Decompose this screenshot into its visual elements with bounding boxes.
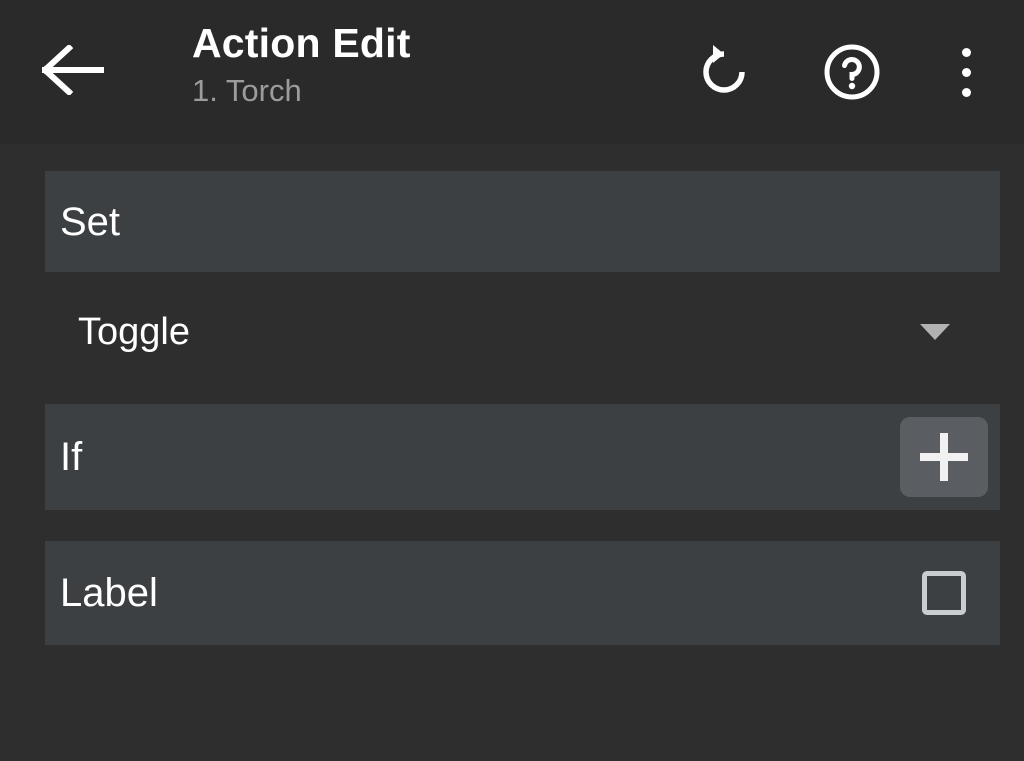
plus-icon [920,433,968,481]
row-set[interactable]: Set [45,171,1000,272]
row-if[interactable]: If [45,404,1000,510]
page-subtitle: 1. Torch [192,73,302,108]
row-label[interactable]: Label [45,541,1000,645]
row-label-label: Label [60,571,158,615]
overflow-menu-button[interactable] [934,40,998,104]
row-set-label: Set [60,199,121,244]
chevron-down-icon [920,324,950,340]
undo-button[interactable] [692,40,756,104]
content-area: Set Toggle If Label [0,144,1024,761]
help-circle-icon [823,43,881,101]
more-vertical-icon [961,47,971,97]
add-condition-button[interactable] [900,417,988,497]
row-if-label: If [60,435,83,479]
help-button[interactable] [820,40,884,104]
set-value-label: Toggle [78,311,190,353]
checkbox-unchecked-icon[interactable] [922,571,966,615]
undo-icon [696,44,752,100]
page-title: Action Edit [192,20,411,66]
set-value-dropdown[interactable]: Toggle [45,290,1000,374]
title-block: Action Edit 1. Torch [192,18,672,111]
toolbar: Action Edit 1. Torch [0,0,1024,144]
action-edit-screen: Action Edit 1. Torch Set Toggle If Label [0,0,1024,761]
back-button[interactable] [40,37,106,103]
back-arrow-icon [42,45,104,95]
toolbar-actions [692,30,1024,114]
